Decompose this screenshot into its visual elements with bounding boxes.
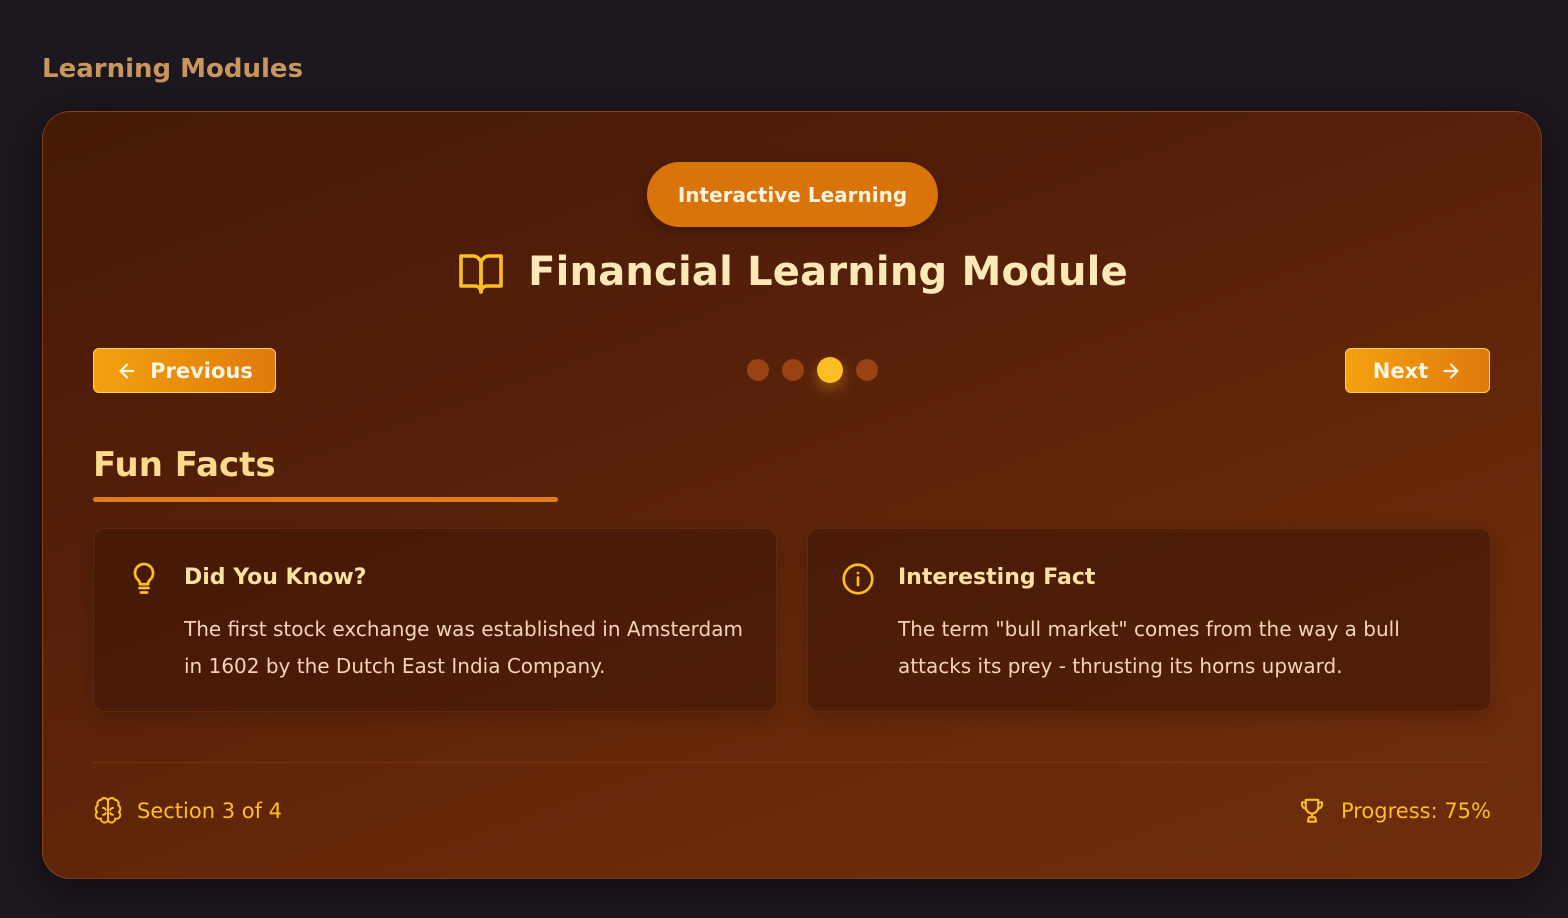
arrow-left-icon bbox=[116, 360, 138, 382]
fact-card-did-you-know: Did You Know? The first stock exchange w… bbox=[93, 528, 777, 712]
module-title: Financial Learning Module bbox=[528, 249, 1128, 295]
fact-card-interesting-fact: Interesting Fact The term "bull market" … bbox=[807, 528, 1491, 712]
page-heading: Learning Modules bbox=[42, 54, 304, 84]
step-indicator bbox=[747, 357, 878, 383]
interactive-learning-badge: Interactive Learning bbox=[647, 162, 938, 227]
lightbulb-icon bbox=[126, 559, 162, 599]
trophy-icon bbox=[1297, 795, 1327, 827]
fact-text: The first stock exchange was established… bbox=[184, 617, 743, 678]
fact-title: Interesting Fact bbox=[898, 565, 1096, 590]
fact-title: Did You Know? bbox=[184, 565, 367, 590]
brain-icon bbox=[93, 795, 123, 827]
arrow-right-icon bbox=[1440, 360, 1462, 382]
step-dot-1[interactable] bbox=[747, 359, 769, 381]
step-dot-3-active[interactable] bbox=[817, 357, 843, 383]
step-dot-2[interactable] bbox=[782, 359, 804, 381]
section-title-underline bbox=[93, 497, 558, 502]
section-counter-label: Section 3 of 4 bbox=[137, 799, 283, 823]
step-dot-4[interactable] bbox=[856, 359, 878, 381]
previous-button[interactable]: Previous bbox=[93, 348, 276, 393]
next-button-label: Next bbox=[1372, 358, 1429, 383]
footer-divider bbox=[93, 762, 1490, 763]
next-button[interactable]: Next bbox=[1345, 348, 1490, 393]
section-title: Fun Facts bbox=[93, 445, 276, 485]
module-title-row: Financial Learning Module bbox=[43, 248, 1541, 296]
fact-text: The term "bull market" comes from the wa… bbox=[898, 617, 1400, 678]
info-circle-icon bbox=[840, 559, 876, 599]
section-counter: Section 3 of 4 bbox=[93, 795, 282, 827]
progress-indicator: Progress: 75% bbox=[1297, 795, 1491, 827]
previous-button-label: Previous bbox=[150, 358, 253, 383]
progress-label: Progress: 75% bbox=[1340, 799, 1491, 823]
book-open-icon bbox=[456, 248, 506, 296]
learning-module-card: Interactive Learning Financial Learning … bbox=[42, 111, 1542, 879]
